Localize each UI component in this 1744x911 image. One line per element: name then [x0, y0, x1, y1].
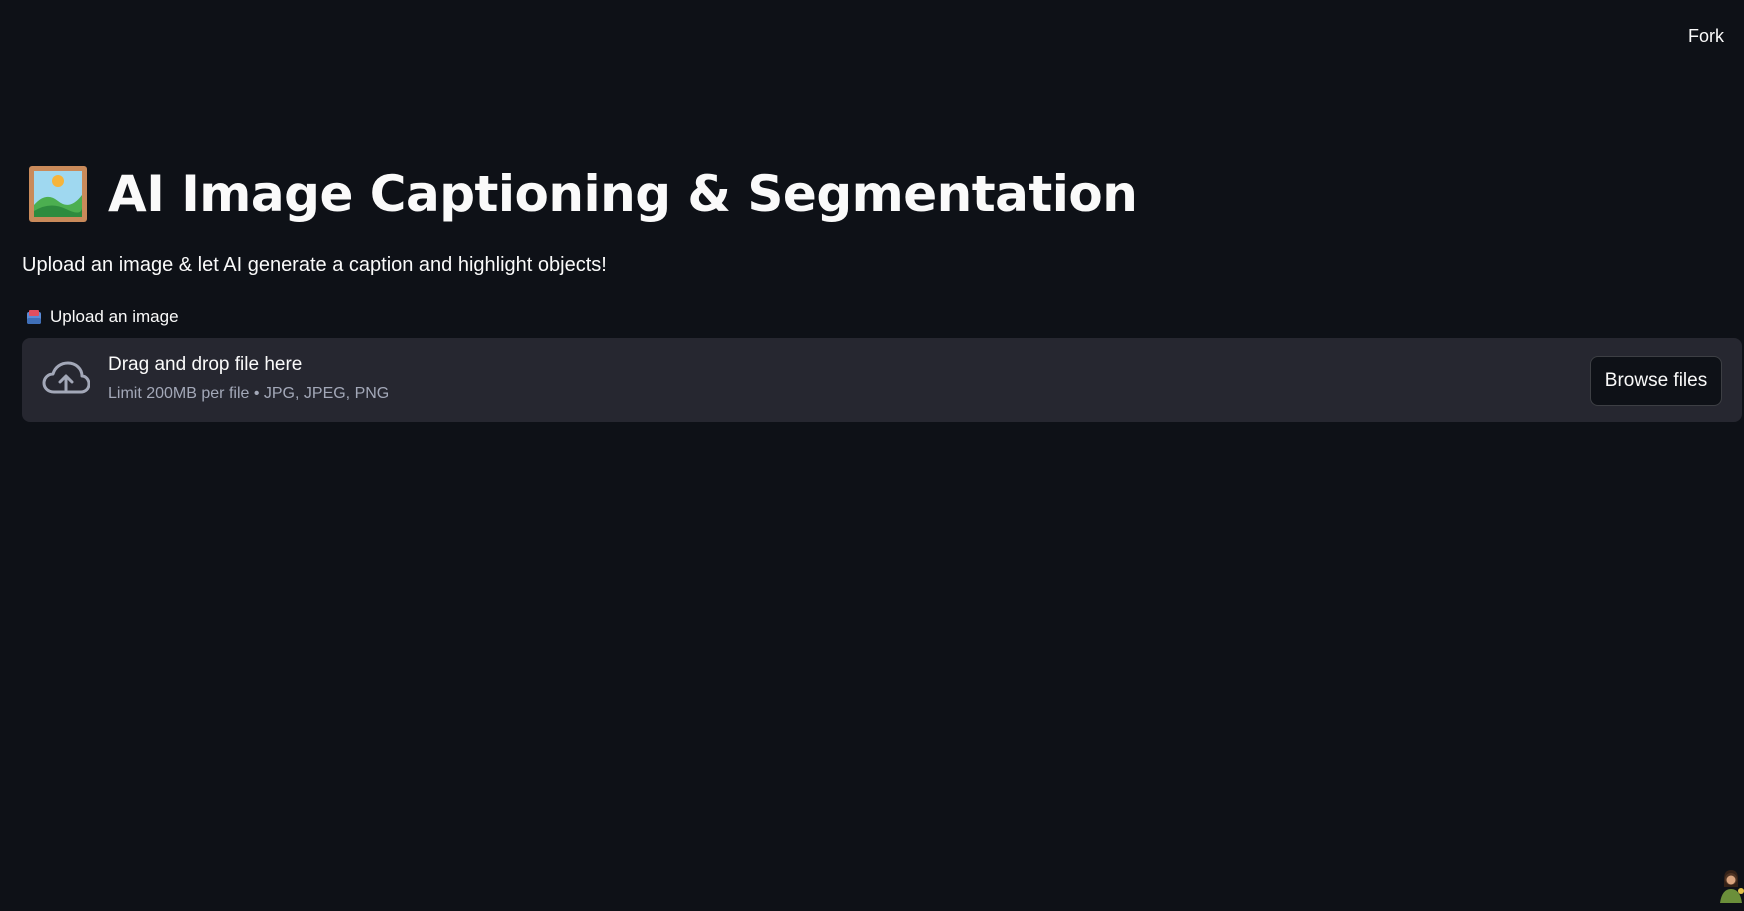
inbox-tray-icon	[26, 309, 42, 325]
uploader-label-text: Upload an image	[50, 307, 179, 326]
dropzone-title: Drag and drop file here	[108, 354, 303, 375]
browse-files-button[interactable]: Browse files	[1590, 356, 1722, 406]
app-page: Fork AI Image Captioning & Segmentation …	[0, 0, 1744, 911]
page-title: AI Image Captioning & Segmentation	[108, 165, 1138, 223]
uploader-label: Upload an image	[26, 307, 179, 327]
page-subtitle: Upload an image & let AI generate a capt…	[22, 254, 607, 276]
title-row: AI Image Captioning & Segmentation	[28, 165, 1138, 223]
file-dropzone[interactable]: Drag and drop file here Limit 200MB per …	[22, 338, 1742, 422]
dropzone-text: Drag and drop file here Limit 200MB per …	[108, 354, 389, 403]
avatar[interactable]	[1714, 869, 1744, 903]
fork-link[interactable]: Fork	[1688, 26, 1724, 47]
dropzone-limit: Limit 200MB per file • JPG, JPEG, PNG	[108, 385, 390, 402]
cloud-upload-icon	[42, 360, 91, 400]
framed-picture-icon	[28, 165, 88, 223]
